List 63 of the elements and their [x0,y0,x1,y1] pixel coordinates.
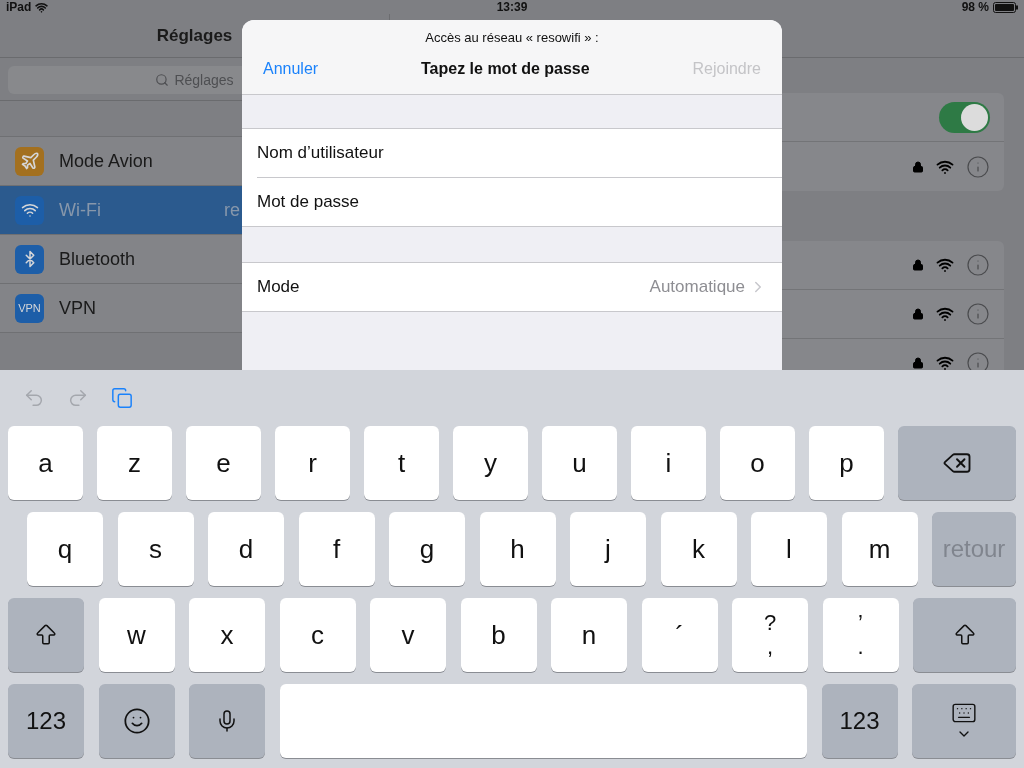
vpn-badge: VPN [15,293,44,323]
emoji-key[interactable] [98,684,175,758]
letter-key[interactable]: j [570,512,646,586]
punctuation-key[interactable]: ? , [732,598,808,672]
field-label[interactable]: Mot de passe [257,192,360,212]
bluetooth-icon [15,244,44,274]
search-icon [155,73,170,87]
battery-percent: 98 % [961,0,989,14]
letter-key[interactable]: b [460,598,537,672]
letter-key[interactable]: y [453,426,528,500]
letter-key[interactable]: w [98,598,175,672]
letter-key[interactable]: u [542,426,617,500]
letter-key[interactable]: i [631,426,706,500]
backspace-key[interactable] [898,426,1016,500]
letter-key[interactable]: k [660,512,737,586]
shift-key[interactable] [8,598,84,672]
letter-key[interactable]: ´ [641,598,718,672]
field-label[interactable]: Nom d’utilisateur [257,143,384,163]
wifi-icon [15,195,44,225]
numbers-key[interactable]: 123 [8,684,84,758]
letter-key[interactable]: n [551,598,627,672]
dialog-subtitle: Accès au réseau « resowifi » : [425,30,599,45]
sidebar-title: Réglages [156,25,233,46]
microphone-key[interactable] [189,684,265,758]
info-icon[interactable] [966,154,990,179]
letter-key[interactable]: l [751,512,827,586]
letter-key[interactable]: v [370,598,446,672]
dialog-title: Tapez le mot de passe [421,60,590,78]
letter-key[interactable]: c [279,598,356,672]
info-icon[interactable] [966,253,990,277]
letter-key[interactable]: s [117,512,194,586]
letter-key[interactable]: x [189,598,265,672]
device-name: iPad [6,0,32,14]
letter-key[interactable]: t [364,426,439,500]
network-value: re [224,199,240,221]
letter-key[interactable]: q [27,512,103,586]
wifi-icon [936,305,954,323]
smiley-icon [122,707,151,735]
letter-key[interactable]: g [389,512,465,586]
mode-value: Automatique [649,277,745,297]
letter-key[interactable]: h [479,512,556,586]
letter-key[interactable]: m [841,512,918,586]
wifi-signal-icon [35,0,49,14]
paste-icon[interactable] [111,387,133,409]
wifi-icon [936,256,954,274]
clock: 13:39 [496,0,528,14]
info-icon[interactable] [966,351,990,370]
airplane-icon [15,146,44,176]
letter-key[interactable]: z [97,426,172,500]
wifi-switch[interactable] [939,101,990,133]
letter-key[interactable]: e [186,426,261,500]
letter-key[interactable]: p [809,426,884,500]
letter-key[interactable]: r [275,426,350,500]
dismiss-keyboard-key[interactable] [912,684,1016,758]
info-icon[interactable] [966,302,990,326]
letter-key[interactable]: a [8,426,83,500]
letter-key[interactable]: o [720,426,795,500]
letter-key[interactable]: f [298,512,375,586]
wifi-icon [936,354,954,370]
battery-icon [993,1,1018,13]
numbers-key[interactable]: 123 [821,684,898,758]
punctuation-key[interactable]: ’ . [822,598,899,672]
letter-key[interactable]: d [208,512,284,586]
